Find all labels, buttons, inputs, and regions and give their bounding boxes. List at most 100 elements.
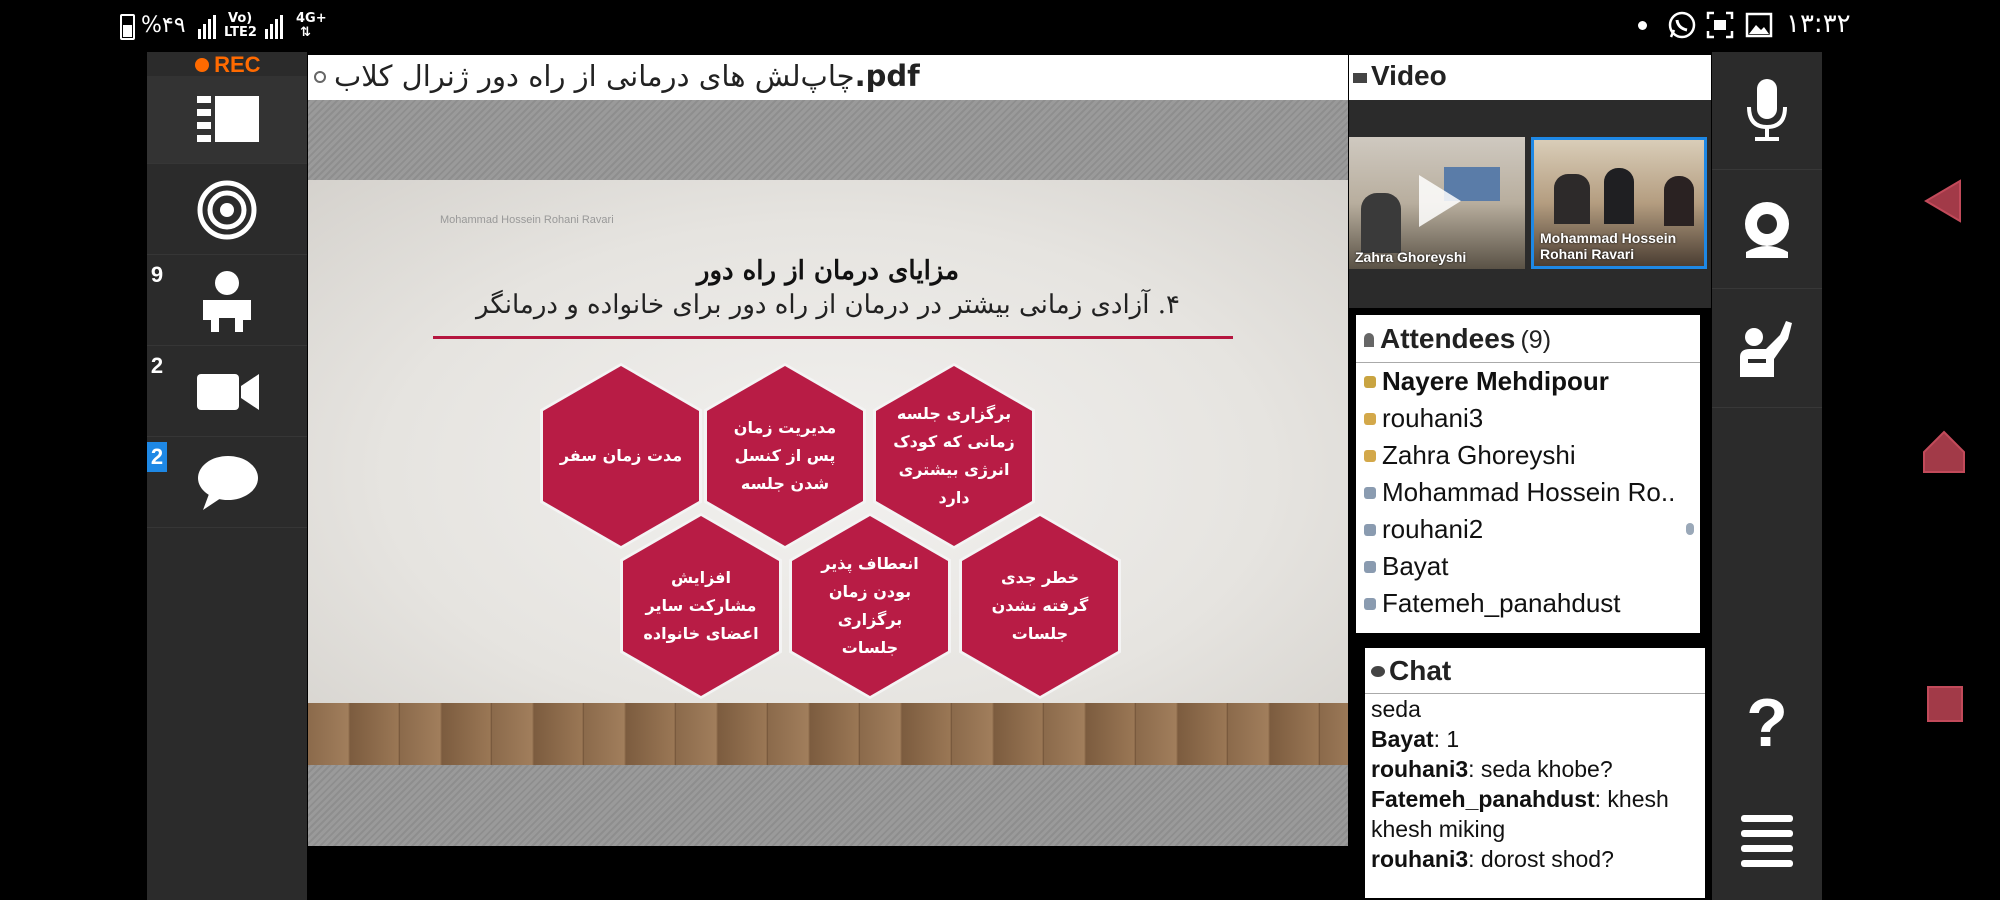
attendee-icon: [1364, 487, 1376, 499]
attendee-name: Bayat: [1382, 551, 1449, 581]
attendee-name: rouhani2: [1382, 514, 1484, 544]
attendee-name: Zahra Ghoreyshi: [1382, 440, 1576, 470]
volte-label: Vo): [228, 11, 253, 26]
chat-messages[interactable]: seda Bayat: 1 rouhani3: seda khobe? Fate…: [1365, 694, 1705, 874]
document-title-ext: .pdf: [854, 59, 920, 93]
mic-small-icon: [1686, 523, 1694, 535]
microphone-button[interactable]: [1712, 52, 1822, 170]
slide-subtitle: ۴. آزادی زمانی بیشتر در درمان از راه دور…: [476, 290, 1180, 320]
webcam-button[interactable]: [1712, 171, 1822, 289]
attendee-name: Fatemeh_panahdust: [1382, 588, 1621, 618]
video-tile[interactable]: Zahra Ghoreyshi: [1349, 137, 1525, 269]
attendee-row[interactable]: rouhani2: [1356, 511, 1700, 548]
attendees-title: Attendees: [1380, 323, 1516, 354]
rec-indicator[interactable]: REC: [195, 52, 261, 77]
chat-message: Fatemeh_panahdust: khesh khesh miking: [1371, 784, 1699, 844]
chat-count-badge: 2: [147, 442, 167, 472]
attendee-row[interactable]: Zahra Ghoreyshi: [1356, 437, 1700, 474]
play-icon: [1419, 175, 1461, 227]
screen: %۴۹ Vo) LTE2 4G+ ⇅ ۱۳:۳۲ REC: [0, 0, 2000, 900]
document-title-name: چاپ‌لش های درمانی از راه دور ژنرال کلاب: [334, 59, 855, 93]
attendee-row[interactable]: rouhani3: [1356, 400, 1700, 437]
chat-button[interactable]: 2: [147, 438, 307, 528]
chat-title: Chat: [1389, 655, 1452, 686]
video-camera-icon: [197, 374, 259, 410]
attendee-name: Mohammad Hossein Ro..: [1382, 477, 1676, 507]
chat-message: Bayat: 1: [1371, 724, 1699, 754]
presenter-icon: [1364, 413, 1376, 425]
attendee-name: Nayere Mehdipour: [1382, 366, 1609, 396]
video-tile-name: Zahra Ghoreyshi: [1355, 249, 1467, 265]
battery-percent: %۴۹: [141, 13, 186, 38]
video-button[interactable]: 2: [147, 347, 307, 437]
video-header: Video: [1349, 55, 1711, 100]
screen-record-icon: [1706, 11, 1734, 43]
document-viewer[interactable]: Mohammad Hossein Rohani Ravari مزایای در…: [308, 100, 1348, 846]
share-button[interactable]: [147, 165, 307, 255]
chat-message-text: : seda khobe?: [1468, 756, 1613, 782]
attendees-count-badge: 9: [150, 262, 164, 287]
help-icon: ?: [1746, 685, 1788, 761]
attendee-row[interactable]: Fatemeh_panahdust: [1356, 585, 1700, 622]
network-label: 4G+: [296, 11, 327, 26]
layout-button[interactable]: [147, 76, 307, 164]
image-icon: [1745, 11, 1773, 43]
target-icon: [197, 180, 257, 240]
hex-sessions-not-serious: خطر جدی گرفته نشدن جلسات: [962, 516, 1118, 696]
hex-child-energy: برگزاری جلسه زمانی که کودک انرژی بیشتری …: [876, 366, 1032, 546]
webcam-icon: [1745, 201, 1789, 258]
attendee-row[interactable]: Nayere Mehdipour: [1356, 363, 1700, 400]
attendees-button[interactable]: 9: [147, 256, 307, 346]
hex-time-management: مدیریت زمان پس از کنسل شدن جلسه: [707, 366, 863, 546]
recents-nav-icon[interactable]: [1926, 685, 1964, 723]
hex-family-participation: افزایش مشارکت سایر اعضای خانواده: [623, 516, 779, 696]
chat-message: rouhani3: dorost shod?: [1371, 844, 1699, 874]
attendee-icon: [1364, 524, 1376, 536]
attendees-small-icon: [1364, 333, 1374, 347]
document-header: چاپ‌لش های درمانی از راه دور ژنرال کلاب.…: [308, 55, 1348, 100]
help-button[interactable]: ?: [1712, 664, 1822, 782]
home-nav-icon[interactable]: [1922, 430, 1966, 474]
attendee-row[interactable]: Mohammad Hossein Ro..: [1356, 474, 1700, 511]
chat-message: rouhani3: seda khobe?: [1371, 754, 1699, 784]
attendee-icon: [1364, 598, 1376, 610]
rec-label: REC: [214, 52, 261, 77]
chat-message-user: rouhani3: [1371, 756, 1469, 782]
raise-hand-icon: [1740, 320, 1792, 377]
microphone-icon: [1747, 78, 1787, 141]
slide: Mohammad Hossein Rohani Ravari مزایای در…: [308, 180, 1348, 765]
chat-message-user: rouhani3: [1371, 846, 1469, 872]
status-bar: %۴۹ Vo) LTE2 4G+ ⇅ ۱۳:۳۲: [0, 0, 2000, 52]
hamburger-menu-icon: [1741, 815, 1793, 867]
battery-icon: [120, 14, 135, 40]
data-arrows-icon: ⇅: [300, 25, 311, 40]
right-toolbar: ?: [1712, 52, 1822, 900]
lte2-label: LTE2: [224, 25, 257, 40]
host-icon: [1364, 376, 1376, 388]
chat-message-user: Fatemeh_panahdust: [1371, 786, 1595, 812]
menu-button[interactable]: [1712, 782, 1822, 900]
dot-icon: [1638, 21, 1647, 30]
video-tile-active[interactable]: Mohammad Hossein Rohani Ravari: [1531, 137, 1707, 269]
attendee-icon: [1364, 561, 1376, 573]
video-count-badge: 2: [150, 353, 164, 378]
back-nav-icon[interactable]: [1924, 179, 1962, 223]
layout-icon: [197, 96, 259, 142]
slide-author: Mohammad Hossein Rohani Ravari: [440, 214, 614, 226]
signal-icon: [198, 15, 218, 43]
chat-bubble-icon: [198, 456, 258, 510]
document-icon: [314, 71, 326, 83]
hex-flexible-schedule: انعطاف پذیر بودن زمان برگزاری جلسات: [792, 516, 948, 696]
hex-travel-time: مدت زمان سفر: [543, 366, 699, 546]
chat-small-icon: [1371, 666, 1385, 677]
attendee-row[interactable]: Bayat: [1356, 548, 1700, 585]
raise-hand-button[interactable]: [1712, 290, 1822, 408]
clock: ۱۳:۳۲: [1786, 9, 1851, 39]
person-icon: [203, 271, 251, 332]
attendees-panel: Attendees (9) Nayere Mehdipour rouhani3 …: [1356, 315, 1700, 633]
whatsapp-icon: [1667, 10, 1697, 44]
video-area: Zahra Ghoreyshi Mohammad Hossein Rohani …: [1349, 100, 1711, 308]
video-title: Video: [1371, 60, 1447, 91]
attendee-name: rouhani3: [1382, 403, 1484, 433]
chat-message-text: seda: [1371, 696, 1421, 722]
